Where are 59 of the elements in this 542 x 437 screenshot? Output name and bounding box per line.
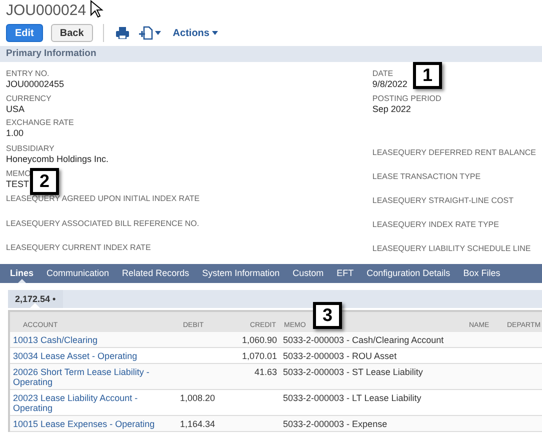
field-label: LEASEQUERY INDEX RATE TYPE [372,219,499,230]
callout-number: 3 [313,302,342,329]
callout-number: 1 [413,62,442,89]
account-link[interactable]: 20026 Short Term Lease Liability - Operating [13,367,172,387]
field-label: POSTING PERIOD [372,93,442,104]
mouse-pointer-icon [90,0,104,19]
field-value: 1.00 [6,128,24,139]
tab[interactable]: Box Files [463,264,500,283]
caret-icon[interactable] [154,31,161,35]
table-cell: 1,008.20 [180,393,216,403]
print-icon[interactable] [116,27,129,39]
account-link[interactable]: 10013 Cash/Clearing [13,335,172,345]
field-label: EXCHANGE RATE [6,117,74,128]
field-value: Honeycomb Holdings Inc. [6,154,109,165]
new-document-icon[interactable] [138,26,153,40]
tab[interactable]: Lines [10,264,34,283]
account-link[interactable]: 20023 Lease Liability Account - Operating [13,393,172,413]
table-cell: 41.63 [254,367,277,377]
field-label: LEASEQUERY ASSOCIATED BILL REFERENCE NO. [6,218,200,229]
table-cell: 5033-2-000003 - LT Lease Liability [283,393,422,403]
table-cell: 5033-2-000003 - Cash/Clearing Account [283,335,444,345]
field-value: JOU00002455 [6,79,64,90]
record-title: JOU000024 [6,1,86,21]
table-cell: 1,060.90 [242,335,277,345]
field-label: LEASEQUERY CURRENT INDEX RATE [6,242,151,253]
field-label: DATE [372,68,394,79]
tab[interactable]: System Information [202,264,280,283]
field-label: LEASEQUERY STRAIGHT-LINE COST [372,195,514,206]
subtab[interactable]: 2,172.54 • [8,290,63,308]
table-cell: 5033-2-000003 - Expense [283,419,388,429]
actions-menu[interactable]: Actions [172,28,218,38]
field-label: MEMO [6,168,31,179]
table-cell: 1,070.01 [242,351,277,361]
field-label: LEASEQUERY AGREED UPON INITIAL INDEX RATE [6,193,200,204]
field-value: 9/8/2022 [372,79,408,90]
tab[interactable]: Communication [46,264,110,283]
field-label: ENTRY NO. [6,68,50,79]
tab[interactable]: Related Records [122,264,190,283]
caret-icon[interactable] [212,31,218,35]
field-value: TEST [6,179,30,190]
account-link[interactable]: 30034 Lease Asset - Operating [13,351,172,361]
field-label: LEASEQUERY LIABILITY SCHEDULE LINE [372,243,531,254]
account-link[interactable]: 10015 Lease Expenses - Operating [13,419,172,429]
field-label: LEASE TRANSACTION TYPE [372,171,481,182]
section-header: Primary Information [0,46,542,62]
field-value: Sep 2022 [372,104,411,115]
field-label: CURRENCY [6,93,52,104]
tab[interactable]: EFT [336,264,354,283]
field-value: USA [6,104,25,115]
field-label: SUBSIDIARY [6,143,54,154]
tab[interactable]: Configuration Details [366,264,450,283]
table-cell: 5033-2-000003 - ROU Asset [283,351,397,361]
field-label: LEASEQUERY DEFERRED RENT BALANCE [372,147,536,158]
edit-button[interactable]: Edit [6,24,43,42]
tab[interactable]: Custom [292,264,324,283]
back-button[interactable]: Back [50,24,93,42]
callout-number: 2 [30,168,59,195]
table-cell: 1,164.34 [180,419,216,429]
table-cell: 5033-2-000003 - ST Lease Liability [283,367,423,377]
